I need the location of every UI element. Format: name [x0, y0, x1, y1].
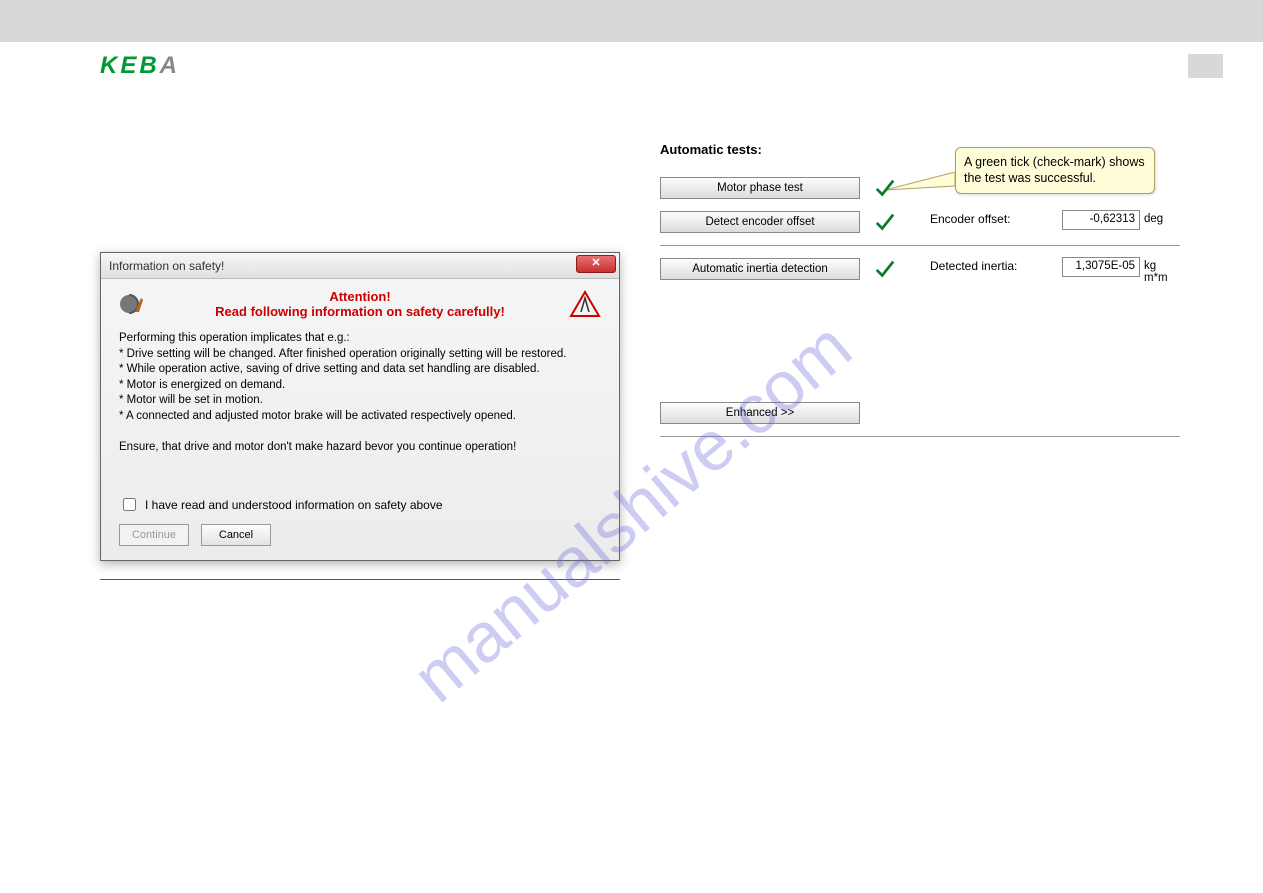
- info-bullet-2: * While operation active, saving of driv…: [119, 362, 601, 378]
- consent-checkbox[interactable]: [123, 498, 136, 511]
- warning-icon-right: [569, 290, 601, 318]
- detect-encoder-button[interactable]: Detect encoder offset: [660, 211, 860, 233]
- detect-encoder-row: Detect encoder offset Encoder offset: -0…: [660, 211, 1180, 233]
- info-bullet-4: * Motor will be set in motion.: [119, 393, 601, 409]
- dialog-title: Information on safety!: [109, 259, 224, 273]
- cancel-button[interactable]: Cancel: [201, 524, 271, 546]
- check-icon: [874, 211, 896, 233]
- tests-sep-2: [660, 436, 1180, 437]
- continue-button[interactable]: Continue: [119, 524, 189, 546]
- check-icon: [874, 177, 896, 199]
- motor-phase-row: Motor phase test: [660, 177, 1180, 199]
- left-column: Information on safety! ✕ Attention! Read…: [100, 142, 620, 598]
- dialog-button-row: Continue Cancel: [119, 524, 601, 546]
- check-icon: [874, 258, 896, 280]
- dialog-body: Attention! Read following information on…: [101, 279, 619, 560]
- inertia-button[interactable]: Automatic inertia detection: [660, 258, 860, 280]
- safety-info-text: Performing this operation implicates tha…: [119, 331, 601, 455]
- keba-logo: KEBA: [100, 52, 180, 80]
- enhanced-button[interactable]: Enhanced >>: [660, 402, 860, 424]
- encoder-offset-value[interactable]: -0,62313: [1062, 210, 1140, 230]
- dialog-titlebar: Information on safety! ✕: [101, 253, 619, 279]
- attention-heading: Attention! Read following information on…: [151, 289, 569, 319]
- encoder-offset-label: Encoder offset:: [930, 212, 1011, 226]
- inertia-unit: kg m*m: [1144, 260, 1180, 284]
- info-ensure: Ensure, that drive and motor don't make …: [119, 440, 601, 456]
- logo-last: A: [160, 52, 180, 79]
- consent-row: I have read and understood information o…: [119, 495, 601, 514]
- right-column: Automatic tests: A green tick (check-mar…: [660, 142, 1180, 598]
- consent-label: I have read and understood information o…: [145, 498, 443, 512]
- attention-line1: Attention!: [151, 289, 569, 304]
- encoder-offset-unit: deg: [1144, 213, 1180, 225]
- enhanced-row: Enhanced >>: [660, 402, 1180, 424]
- tests-sep-1: [660, 245, 1180, 246]
- attention-line2: Read following information on safety car…: [215, 304, 505, 319]
- close-button[interactable]: ✕: [576, 255, 616, 273]
- page-badge: [1188, 54, 1223, 78]
- info-intro: Performing this operation implicates tha…: [119, 331, 601, 347]
- logo-main: KEB: [100, 52, 160, 79]
- left-separator: [100, 579, 620, 580]
- motor-phase-button[interactable]: Motor phase test: [660, 177, 860, 199]
- header: KEBA: [0, 42, 1263, 82]
- info-bullet-3: * Motor is energized on demand.: [119, 378, 601, 394]
- warning-icon-left: [119, 290, 151, 318]
- inertia-row: Automatic inertia detection Detected ine…: [660, 258, 1180, 280]
- inertia-label: Detected inertia:: [930, 259, 1017, 273]
- top-bar: [0, 0, 1263, 42]
- info-bullet-5: * A connected and adjusted motor brake w…: [119, 409, 601, 425]
- info-bullet-1: * Drive setting will be changed. After f…: [119, 347, 601, 363]
- inertia-value[interactable]: 1,3075E-05: [1062, 257, 1140, 277]
- safety-dialog: Information on safety! ✕ Attention! Read…: [100, 252, 620, 561]
